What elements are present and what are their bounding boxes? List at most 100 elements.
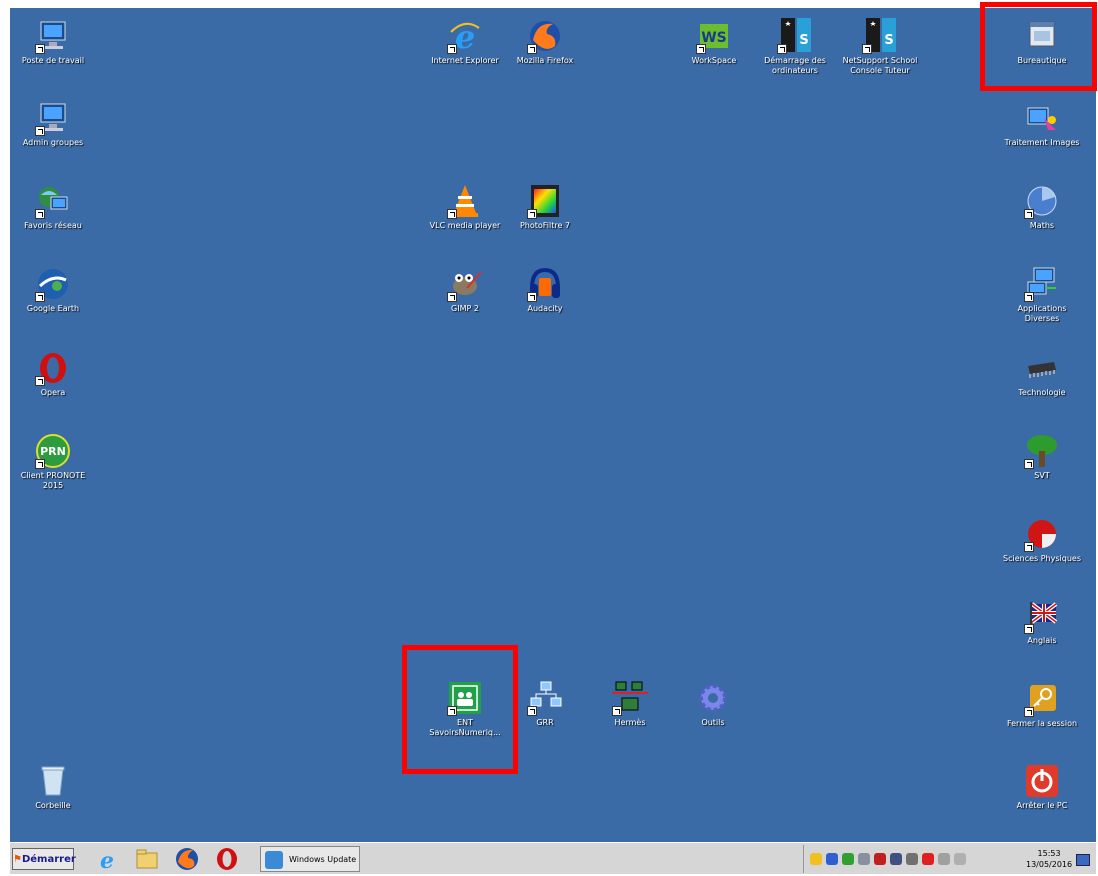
audacity-icon xyxy=(527,266,563,302)
desktop-icon-firefox[interactable]: Mozilla Firefox xyxy=(502,18,588,66)
tray-misc-icon[interactable] xyxy=(954,853,966,865)
desktop-icon-label: Admin groupes xyxy=(22,138,84,147)
desktop-icon-google-earth[interactable]: Google Earth xyxy=(10,266,96,314)
desktop-icon-outils[interactable]: Outils xyxy=(670,680,756,728)
desktop-icon-label: Audacity xyxy=(527,304,563,313)
applications-icon xyxy=(1024,266,1060,302)
hermes-network-icon xyxy=(612,680,648,716)
desktop-icon-internet-explorer[interactable]: e Internet Explorer xyxy=(422,18,508,66)
desktop-icon-hermes[interactable]: Hermès xyxy=(587,680,673,728)
desktop-icon-demarrage[interactable]: S Démarrage des ordinateurs xyxy=(752,18,838,76)
key-icon xyxy=(1024,681,1060,717)
desktop-icon-favoris-reseau[interactable]: Favoris réseau xyxy=(10,183,96,231)
desktop-icon-label: Arrêter le PC xyxy=(1016,801,1068,810)
desktop-icon-sciences-physiques[interactable]: Sciences Physiques xyxy=(999,516,1085,564)
grr-network-icon xyxy=(527,680,563,716)
desktop-icon-arreter-pc[interactable]: Arrêter le PC xyxy=(999,763,1085,811)
highlight-box-ent xyxy=(402,645,518,774)
desktop-icon-gimp[interactable]: GIMP 2 xyxy=(422,266,508,314)
system-tray: 15:53 13/05/2016 xyxy=(803,845,1094,873)
physics-icon xyxy=(1024,516,1060,552)
taskbar-opera-icon[interactable] xyxy=(214,846,240,872)
desktop-icon-label: Maths xyxy=(1029,221,1055,230)
desktop-icon-netsupport[interactable]: S NetSupport School Console Tuteur xyxy=(837,18,923,76)
ie-icon: e xyxy=(447,18,483,54)
desktop-icon-maths[interactable]: Maths xyxy=(999,183,1085,231)
desktop-icon-anglais[interactable]: Anglais xyxy=(999,598,1085,646)
highlight-box-bureautique xyxy=(980,2,1097,91)
desktop-icon-label: NetSupport School Console Tuteur xyxy=(842,56,918,75)
clock-time: 15:53 xyxy=(1037,849,1061,858)
desktop-icon-label: PhotoFiltre 7 xyxy=(519,221,571,230)
power-icon xyxy=(1024,763,1060,799)
tray-update-icon[interactable] xyxy=(826,853,838,865)
opera-icon xyxy=(35,350,71,386)
desktop-icon-applications-diverses[interactable]: Applications Diverses xyxy=(999,266,1085,324)
uk-flag-icon xyxy=(1024,598,1060,634)
vlc-cone-icon xyxy=(447,183,483,219)
earth-icon xyxy=(35,266,71,302)
image-folder-icon xyxy=(1024,100,1060,136)
desktop-icon-corbeille[interactable]: Corbeille xyxy=(10,763,96,811)
gear-icon xyxy=(695,680,731,716)
desktop-icon-pronote[interactable]: PRN Client PRONOTE 2015 xyxy=(10,433,96,491)
tray-volume-icon[interactable] xyxy=(906,853,918,865)
taskbar-firefox-icon[interactable] xyxy=(174,846,200,872)
desktop-icon-label: Opera xyxy=(40,388,66,397)
desktop-icon-poste-de-travail[interactable]: Poste de travail xyxy=(10,18,96,66)
svg-text:e: e xyxy=(100,848,114,872)
desktop-icon-label: Poste de travail xyxy=(21,56,85,65)
svg-text:S: S xyxy=(884,33,893,48)
desktop-icon-label: Google Earth xyxy=(26,304,80,313)
desktop-icon-opera[interactable]: Opera xyxy=(10,350,96,398)
recycle-bin-icon xyxy=(35,763,71,799)
svg-text:PRN: PRN xyxy=(40,445,66,458)
desktop-icon-label: Outils xyxy=(701,718,725,727)
tray-device-icon[interactable] xyxy=(858,853,870,865)
desktop-icon-label: Applications Diverses xyxy=(1017,304,1067,323)
tray-network-icon[interactable] xyxy=(842,853,854,865)
tray-display-icon[interactable] xyxy=(938,853,950,865)
desktop-icon-audacity[interactable]: Audacity xyxy=(502,266,588,314)
desktop-icon-workspace[interactable]: WS WorkSpace xyxy=(671,18,757,66)
desktop-icon-label: GIMP 2 xyxy=(451,304,479,313)
desktop-icon-label: Traitement Images xyxy=(1004,138,1080,147)
desktop-icon-label: Client PRONOTE 2015 xyxy=(20,471,86,490)
clock[interactable]: 15:53 13/05/2016 xyxy=(1026,848,1072,870)
windows-update-label: Windows Update xyxy=(289,855,357,864)
firefox-icon xyxy=(527,18,563,54)
chip-icon xyxy=(1024,350,1060,386)
desktop-icon-fermer-session[interactable]: Fermer la session xyxy=(999,681,1085,729)
maths-icon xyxy=(1024,183,1060,219)
desktop-icon-svt[interactable]: SVT xyxy=(999,433,1085,481)
network-globe-icon xyxy=(35,183,71,219)
computer-icon xyxy=(35,18,71,54)
desktop-icon-traitement-images[interactable]: Traitement Images xyxy=(999,100,1085,148)
taskbar-ie-icon[interactable]: e xyxy=(94,846,120,874)
desktop-icon-label: VLC media player xyxy=(429,221,501,230)
workspace-icon: WS xyxy=(696,18,732,54)
tray-kaspersky-icon[interactable] xyxy=(922,853,934,865)
desktop-icon-admin-groupes[interactable]: Admin groupes xyxy=(10,100,96,148)
start-button[interactable]: ⚑Démarrer xyxy=(12,848,76,870)
desktop-icon-label: Favoris réseau xyxy=(24,221,82,230)
tree-icon xyxy=(1024,433,1060,469)
taskbar-windows-update-button[interactable]: Windows Update xyxy=(260,846,360,872)
svg-text:S: S xyxy=(799,33,808,48)
pronote-icon: PRN xyxy=(35,433,71,469)
taskbar-explorer-folder-icon[interactable] xyxy=(134,846,160,872)
tray-monitor-icon[interactable] xyxy=(890,853,902,865)
desktop-icon-label: Fermer la session xyxy=(1006,719,1078,728)
taskbar: ⚑Démarrer e Windows Update 15:53 13/05/2… xyxy=(10,842,1096,874)
desktop-icon-photofiltre[interactable]: PhotoFiltre 7 xyxy=(502,183,588,231)
desktop-icon-label: Corbeille xyxy=(35,801,71,810)
desktop-icon-vlc[interactable]: VLC media player xyxy=(422,183,508,231)
windows-update-icon xyxy=(265,851,283,869)
tray-k-icon[interactable] xyxy=(874,853,886,865)
desktop-icon-label: WorkSpace xyxy=(691,56,737,65)
tray-info-icon[interactable] xyxy=(810,853,822,865)
desktop-icon-label: SVT xyxy=(1034,471,1050,480)
desktop-icon-technologie[interactable]: Technologie xyxy=(999,350,1085,398)
show-desktop-button[interactable] xyxy=(1076,854,1090,866)
netsupport-icon: S xyxy=(862,18,898,54)
